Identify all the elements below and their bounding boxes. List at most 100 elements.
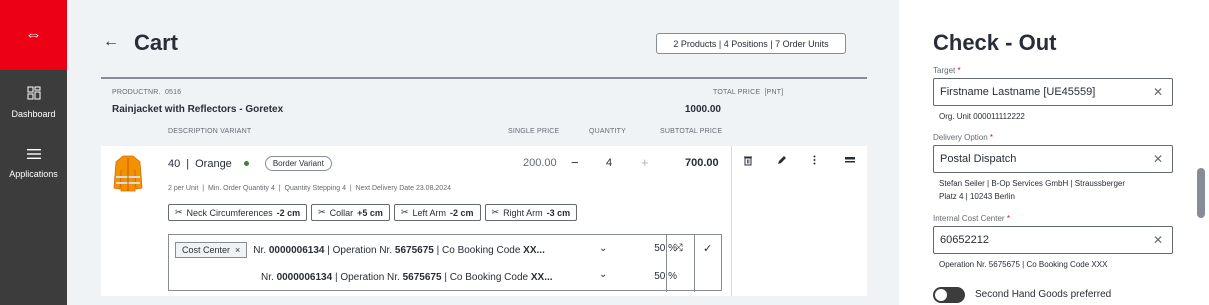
productnr-label: PRODUCTNR. 0516 — [112, 89, 182, 96]
sidebar-item-label: Dashboard — [11, 109, 56, 119]
scrollbar-thumb[interactable] — [1197, 168, 1205, 218]
scissors-icon: ✂ — [318, 207, 326, 217]
cost-split-divider — [666, 235, 667, 292]
edit-pencil-icon[interactable] — [777, 155, 787, 168]
page-title: Cart — [134, 30, 179, 55]
quantity-value[interactable]: 4 — [606, 157, 612, 169]
alteration-chip[interactable]: ✂ Left Arm -2 cm — [393, 204, 481, 221]
cost-share-percent[interactable]: 50 % — [637, 243, 677, 254]
close-icon[interactable]: × — [235, 245, 240, 255]
increase-quantity-button[interactable]: + — [641, 155, 649, 170]
delete-icon[interactable] — [743, 155, 753, 169]
cost-center-split: Cost Center × Nr. 0000006134 | Operation … — [168, 234, 722, 292]
column-header-description: DESCRIPTION VARIANT — [168, 128, 252, 135]
delivery-address-line: Platz 4 | 10243 Berlin — [939, 192, 1015, 201]
variant-title: 40 | Orange Border Variant — [168, 156, 332, 171]
clear-icon[interactable]: ✕ — [1153, 85, 1163, 99]
chevron-down-icon[interactable]: ⌄ — [599, 269, 607, 280]
alteration-chip[interactable]: ✂ Right Arm -3 cm — [484, 204, 578, 221]
product-name: Rainjacket with Reflectors - Goretex — [112, 104, 284, 115]
alteration-chip[interactable]: ✂ Neck Circumferences -2 cm — [168, 204, 308, 221]
per-unit-text: 2 per Unit — [168, 185, 199, 192]
cost-share-percent[interactable]: 50 % — [637, 271, 677, 282]
variant-size: 40 — [168, 157, 181, 170]
delivery-option-field[interactable]: Postal Dispatch ✕ — [933, 145, 1173, 173]
cost-center-field[interactable]: 60652212 ✕ — [933, 226, 1173, 254]
column-header-quantity: QUANTITY — [589, 128, 626, 135]
stepping-value: 4 — [342, 185, 347, 192]
collapse-icon[interactable] — [845, 155, 855, 167]
total-price-label: TOTAL PRICE [PNT] — [713, 89, 784, 96]
alteration-value: -2 cm — [276, 207, 301, 218]
availability-indicator — [243, 161, 249, 166]
clear-icon[interactable]: ✕ — [1153, 233, 1163, 247]
target-value: Firstname Lastname [UE45559] — [940, 86, 1096, 98]
sidebar-item-label: Applications — [9, 169, 58, 179]
cost-center-label: Internal Cost Center * — [933, 214, 1010, 223]
alteration-label: Left Arm — [412, 207, 446, 218]
variant-color: Orange — [195, 157, 232, 170]
column-header-subtotal: SUBTOTAL PRICE — [660, 128, 723, 135]
decrease-quantity-button[interactable]: − — [571, 155, 579, 170]
target-label: Target * — [933, 66, 961, 75]
cost-center-value: 60652212 — [940, 234, 989, 246]
more-options-icon[interactable] — [813, 155, 816, 168]
cart-panel: ← Cart 2 Products | 4 Positions | 7 Orde… — [67, 0, 899, 305]
total-price: 1000.00 — [684, 104, 721, 115]
cost-center-hint: Operation Nr. 5675675 | Co Booking Code … — [939, 260, 1108, 269]
menu-icon — [26, 147, 42, 165]
alteration-label: Right Arm — [503, 207, 543, 218]
delivery-option-value: Postal Dispatch — [940, 153, 1017, 165]
sidebar: ⇔ Dashboard Applications — [0, 0, 67, 305]
alteration-chips: ✂ Neck Circumferences -2 cm ✂ Collar +5 cm ✂… — [168, 204, 578, 221]
alteration-value: -3 cm — [546, 207, 571, 218]
checkout-panel: Check - Out Target * Firstname Lastname … — [899, 0, 1209, 305]
cost-center-text: Nr. 0000006134 | Operation Nr. 5675675 |… — [261, 271, 553, 283]
chevron-down-icon[interactable]: ⌄ — [599, 243, 607, 254]
cost-center-tag-label: Cost Center — [182, 245, 231, 255]
delivery-address-line: Stefan Seiler | B-Op Services GmbH | Str… — [939, 179, 1126, 188]
cost-center-tag[interactable]: Cost Center × — [175, 242, 248, 258]
subtotal-price: 700.00 — [685, 157, 719, 169]
scissors-icon: ✂ — [491, 207, 500, 217]
scissors-icon: ✂ — [175, 207, 183, 217]
check-icon[interactable]: ✓ — [703, 242, 712, 255]
alteration-value: -2 cm — [450, 207, 474, 218]
split-icon[interactable]: ⤨ — [674, 242, 683, 255]
min-order-label: Min. Order Quantity — [207, 185, 270, 192]
variant-meta: 2 per Unit | Min. Order Quantity 4 | Qua… — [168, 185, 451, 192]
brand-arrows-icon: ⇔ — [25, 25, 42, 44]
scissors-icon: ✂ — [400, 207, 409, 217]
clear-icon[interactable]: ✕ — [1153, 152, 1163, 166]
cost-center-row[interactable]: Nr. 0000006134 | Operation Nr. 5675675 |… — [261, 265, 553, 289]
header-divider — [101, 77, 867, 79]
cost-center-row[interactable]: Cost Center × Nr. 0000006134 | Operation … — [169, 238, 545, 262]
jacket-thumbnail — [113, 155, 143, 192]
variant-row: 40 | Orange Border Variant 200.00 − 4 + … — [101, 146, 867, 296]
cart-summary-badge: 2 Products | 4 Positions | 7 Order Units — [656, 33, 846, 54]
sidebar-item-dashboard[interactable]: Dashboard — [0, 86, 67, 119]
second-hand-toggle[interactable] — [933, 287, 965, 303]
cost-center-text: Nr. 0000006134 | Operation Nr. 5675675 |… — [253, 244, 545, 256]
brand-logo[interactable]: ⇔ — [0, 0, 67, 70]
dashboard-icon — [27, 86, 41, 105]
back-arrow-icon[interactable]: ← — [103, 33, 119, 51]
delivery-option-label: Delivery Option * — [933, 133, 994, 142]
target-field[interactable]: Firstname Lastname [UE45559] ✕ — [933, 78, 1173, 106]
min-order-value: 4 — [271, 185, 275, 192]
variant-badge: Border Variant — [264, 156, 332, 171]
cost-split-divider — [694, 235, 695, 292]
alteration-label: Neck Circumferences — [186, 207, 273, 218]
actions-divider — [731, 146, 732, 296]
checkout-title: Check - Out — [933, 30, 1057, 55]
single-price: 200.00 — [523, 157, 557, 169]
sidebar-item-applications[interactable]: Applications — [0, 147, 67, 179]
second-hand-label: Second Hand Goods preferred — [975, 289, 1112, 300]
delivery-date: 23.08.2024 — [415, 185, 451, 192]
alteration-value: +5 cm — [357, 207, 383, 218]
alteration-chip[interactable]: ✂ Collar +5 cm — [311, 204, 390, 221]
alteration-label: Collar — [329, 207, 354, 218]
stepping-label: Quantity Stepping — [284, 185, 341, 192]
variant-separator: | — [186, 157, 190, 170]
org-unit-hint: Org. Unit 000011112222 — [939, 112, 1025, 121]
